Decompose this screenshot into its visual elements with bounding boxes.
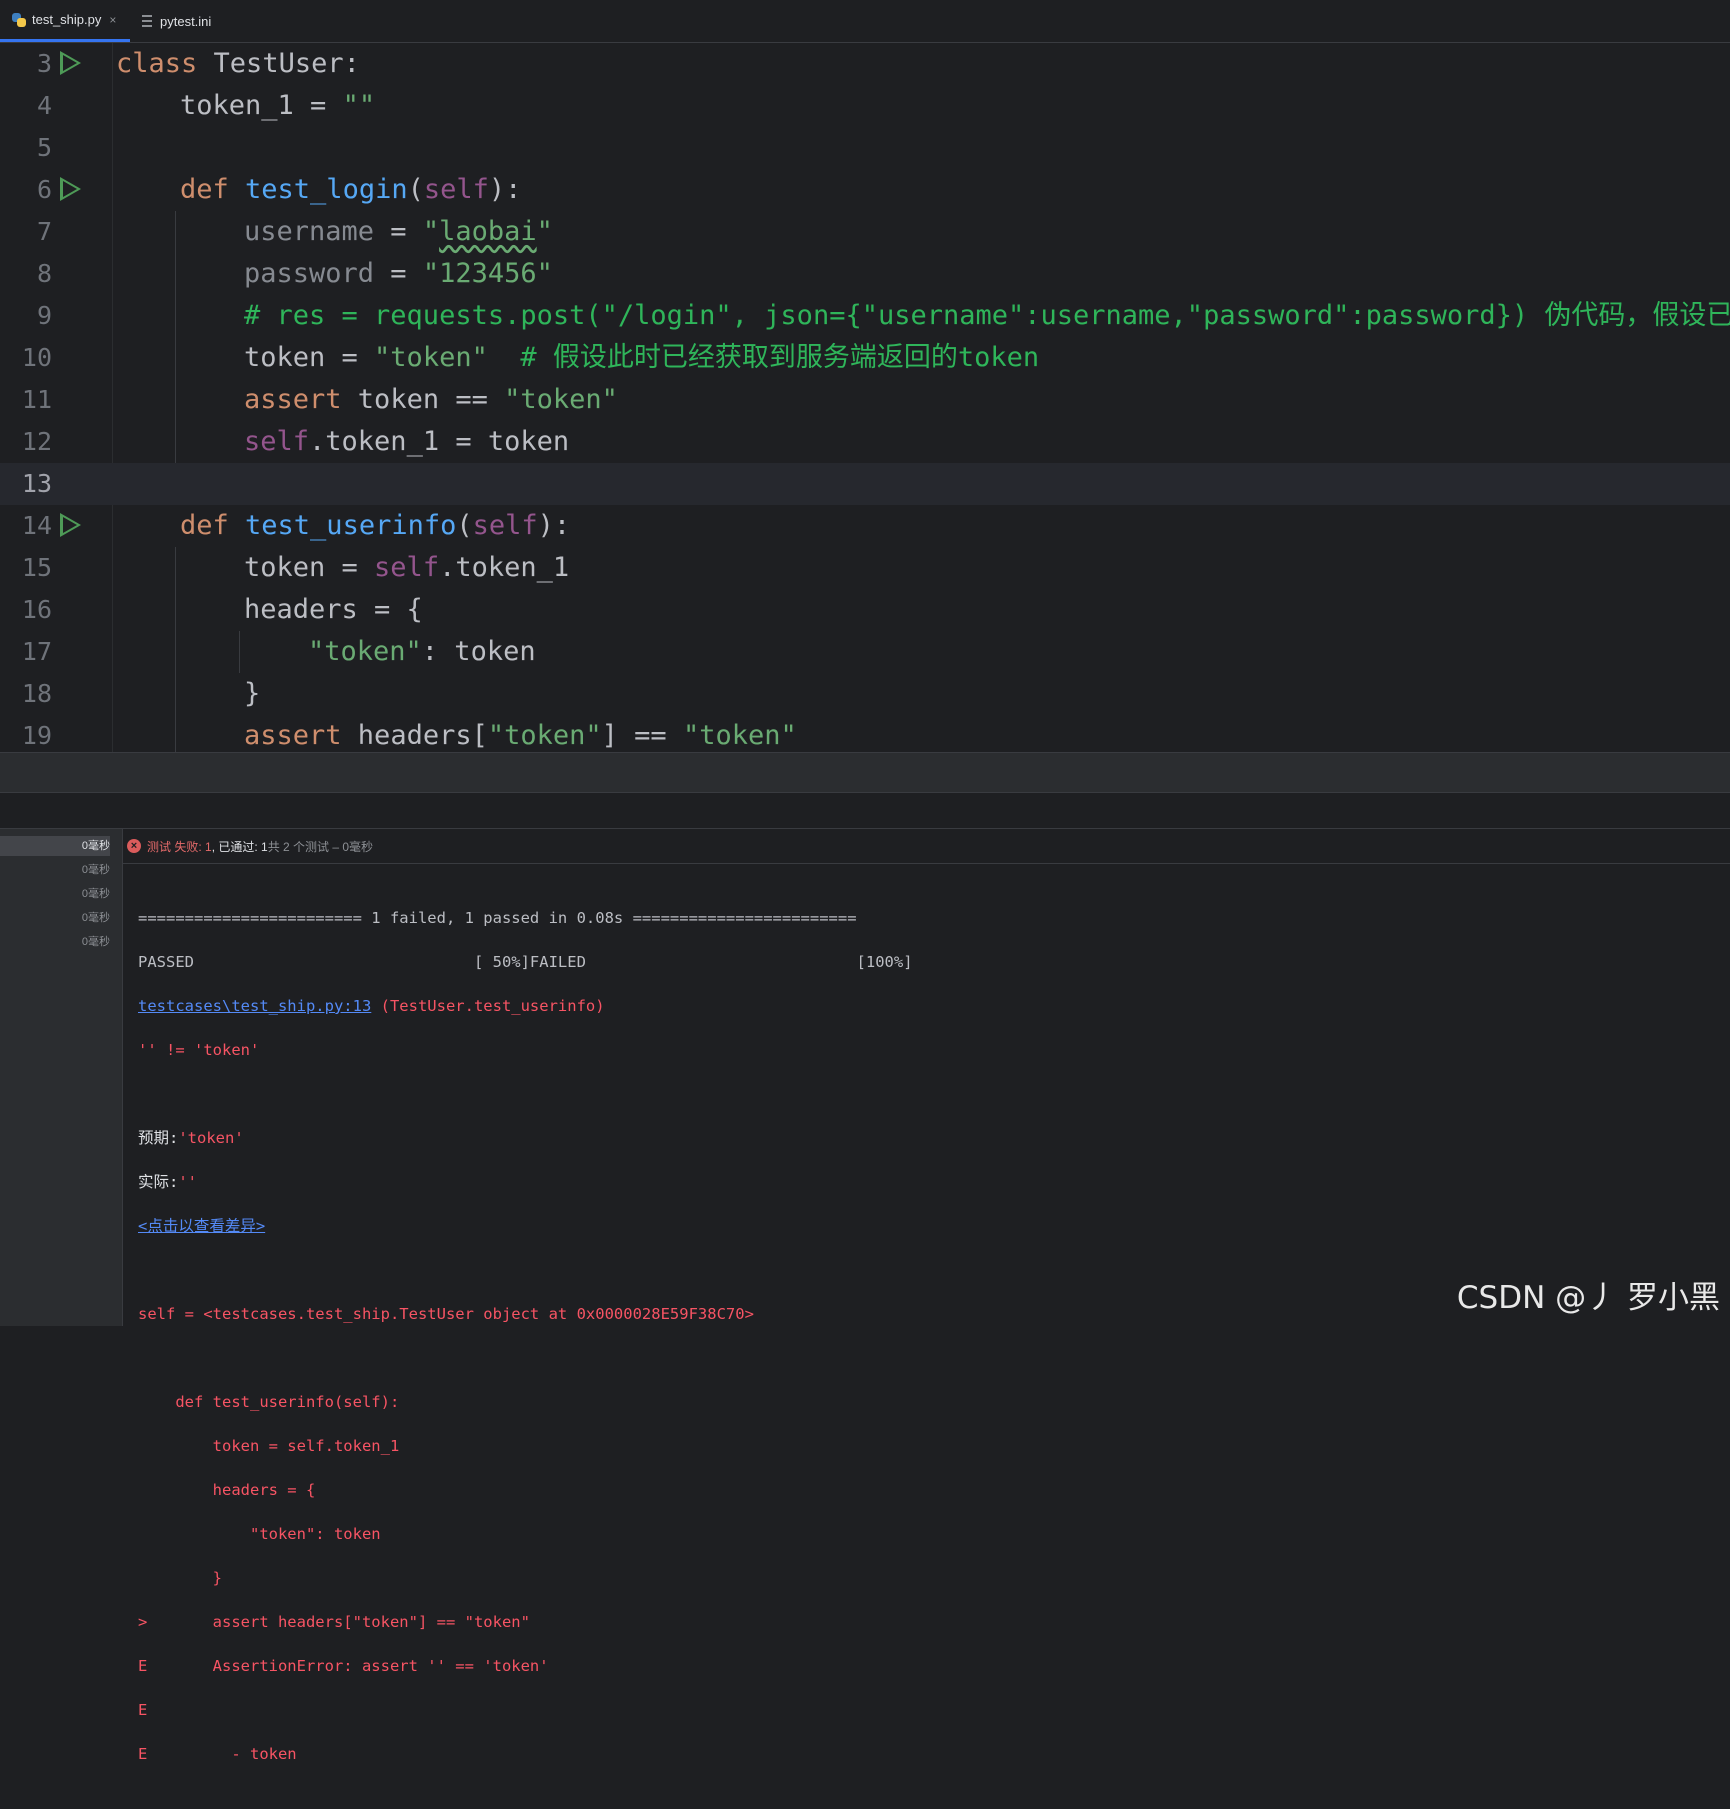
run-test-icon[interactable]: [60, 51, 81, 75]
code-line-18[interactable]: 18 }: [0, 673, 1730, 715]
console-line: 实际:'': [138, 1173, 198, 1191]
code-text: headers = {: [244, 594, 423, 625]
code-text: token_1 = "": [180, 90, 376, 121]
line-number: 7: [36, 217, 52, 246]
code-text: self.token_1 = token: [244, 426, 570, 457]
console-line: E: [138, 1701, 148, 1719]
code-line-6[interactable]: 6 def test_login(self):: [0, 169, 1730, 211]
code-text: class TestUser:: [116, 48, 360, 79]
line-number: 4: [36, 91, 52, 120]
test-results-summary: × 测试 失败: 1 , 已通过: 1 共 2 个测试 – 0毫秒: [123, 829, 1730, 864]
console-line: PASSED [ 50%]FAILED [100%]: [138, 953, 913, 971]
line-number: 16: [21, 595, 52, 624]
code-comment: # res = requests.post("/login", json={"u…: [244, 300, 1730, 331]
console-line: token = self.token_1: [138, 1437, 400, 1455]
code-line-4[interactable]: 4 token_1 = "": [0, 85, 1730, 127]
code-line-16[interactable]: 16 headers = {: [0, 589, 1730, 631]
error-icon: ×: [127, 839, 141, 853]
code-line-14[interactable]: 14 def test_userinfo(self):: [0, 505, 1730, 547]
watermark: CSDN @丿 罗小黑: [1456, 1280, 1720, 1316]
code-editor[interactable]: 3 class TestUser: 4 token_1 = "" 5 6 def…: [0, 43, 1730, 752]
code-text: token = self.token_1: [244, 552, 570, 583]
failed-count: 测试 失败: 1: [147, 839, 212, 854]
code-line-13-current[interactable]: 13: [0, 463, 1730, 505]
console-line: testcases\test_ship.py:13 (TestUser.test…: [138, 997, 605, 1015]
run-test-icon[interactable]: [60, 177, 81, 201]
run-test-icon[interactable]: [60, 513, 81, 537]
console-line: def test_userinfo(self):: [138, 1393, 400, 1411]
code-line-5[interactable]: 5: [0, 127, 1730, 169]
console-line: '' != 'token': [138, 1041, 260, 1059]
code-line-9[interactable]: 9 # res = requests.post("/login", json={…: [0, 295, 1730, 337]
test-tree[interactable]: 0毫秒 0毫秒 0毫秒 0毫秒 0毫秒: [0, 829, 123, 1326]
test-tree-item[interactable]: 0毫秒: [82, 860, 110, 880]
console-blank: [138, 1083, 1718, 1105]
code-line-3[interactable]: 3 class TestUser:: [0, 43, 1730, 85]
code-text: username = "laobai": [244, 216, 553, 247]
line-number: 3: [36, 49, 52, 78]
editor-tab-bar: test_ship.py × pytest.ini: [0, 0, 1730, 43]
console-blank: [138, 1347, 1718, 1369]
ini-file-icon: [142, 15, 152, 27]
console-line: E - token: [138, 1745, 297, 1763]
console-line: }: [138, 1569, 222, 1587]
console-output[interactable]: ======================== 1 failed, 1 pas…: [138, 885, 1718, 1809]
code-text: }: [244, 678, 261, 709]
console-line: "token": token: [138, 1525, 381, 1543]
code-line-19[interactable]: 19 assert headers["token"] == "token": [0, 715, 1730, 752]
line-number: 15: [21, 553, 52, 582]
console-line: ======================== 1 failed, 1 pas…: [138, 909, 857, 927]
python-file-icon: [12, 12, 26, 27]
line-number: 17: [21, 637, 52, 666]
line-number: 14: [21, 511, 52, 540]
code-text: assert token == "token": [244, 384, 618, 415]
source-link[interactable]: testcases\test_ship.py:13: [138, 997, 371, 1015]
code-line-10[interactable]: 10 token = "token" # 假设此时已经获取到服务端返回的toke…: [0, 337, 1730, 379]
console-line: <点击以查看差异>: [138, 1215, 1718, 1237]
console-line: > assert headers["token"] == "token": [138, 1613, 530, 1631]
line-number: 13: [21, 469, 52, 498]
line-number: 9: [36, 301, 52, 330]
code-text: password = "123456": [244, 258, 553, 289]
line-number: 19: [21, 721, 52, 750]
code-text: assert headers["token"] == "token": [244, 720, 797, 751]
close-tab-icon[interactable]: ×: [109, 13, 116, 27]
console-line: E AssertionError: assert '' == 'token': [138, 1657, 549, 1675]
editor-bottom-strip: [0, 752, 1730, 793]
code-line-17[interactable]: 17 "token": token: [0, 631, 1730, 673]
test-tree-item[interactable]: 0毫秒: [0, 836, 110, 856]
view-diff-link[interactable]: <点击以查看差异>: [138, 1217, 265, 1235]
line-number: 12: [21, 427, 52, 456]
code-text: token = "token" # 假设此时已经获取到服务端返回的token: [244, 342, 1040, 373]
code-text: "token": token: [308, 636, 536, 667]
line-number: 18: [21, 679, 52, 708]
test-tree-item[interactable]: 0毫秒: [82, 932, 110, 952]
tab-test-ship-py[interactable]: test_ship.py ×: [0, 0, 130, 42]
console-line: headers = {: [138, 1481, 316, 1499]
console-line: 预期:'token': [138, 1129, 244, 1147]
test-tree-item[interactable]: 0毫秒: [82, 908, 110, 928]
line-number: 8: [36, 259, 52, 288]
code-line-15[interactable]: 15 token = self.token_1: [0, 547, 1730, 589]
test-tree-item[interactable]: 0毫秒: [82, 884, 110, 904]
code-line-7[interactable]: 7 username = "laobai": [0, 211, 1730, 253]
passed-count: , 已通过: 1: [211, 839, 268, 854]
code-line-12[interactable]: 12 self.token_1 = token: [0, 421, 1730, 463]
tab-label: pytest.ini: [160, 13, 212, 29]
code-text: def test_userinfo(self):: [180, 510, 571, 541]
tool-window-header: [0, 792, 1730, 829]
line-number: 10: [21, 343, 52, 372]
tab-label: test_ship.py: [32, 12, 102, 27]
line-number: 6: [36, 175, 52, 204]
code-line-8[interactable]: 8 password = "123456": [0, 253, 1730, 295]
tab-pytest-ini[interactable]: pytest.ini: [142, 0, 211, 42]
total-count: 共 2 个测试 – 0毫秒: [267, 839, 374, 854]
line-number: 5: [36, 133, 52, 162]
line-number: 11: [21, 385, 52, 414]
run-tool-window: 0毫秒 0毫秒 0毫秒 0毫秒 0毫秒 × 测试 失败: 1 , 已通过: 1 …: [0, 828, 1730, 1763]
code-line-11[interactable]: 11 assert token == "token": [0, 379, 1730, 421]
code-text: def test_login(self):: [180, 174, 522, 205]
